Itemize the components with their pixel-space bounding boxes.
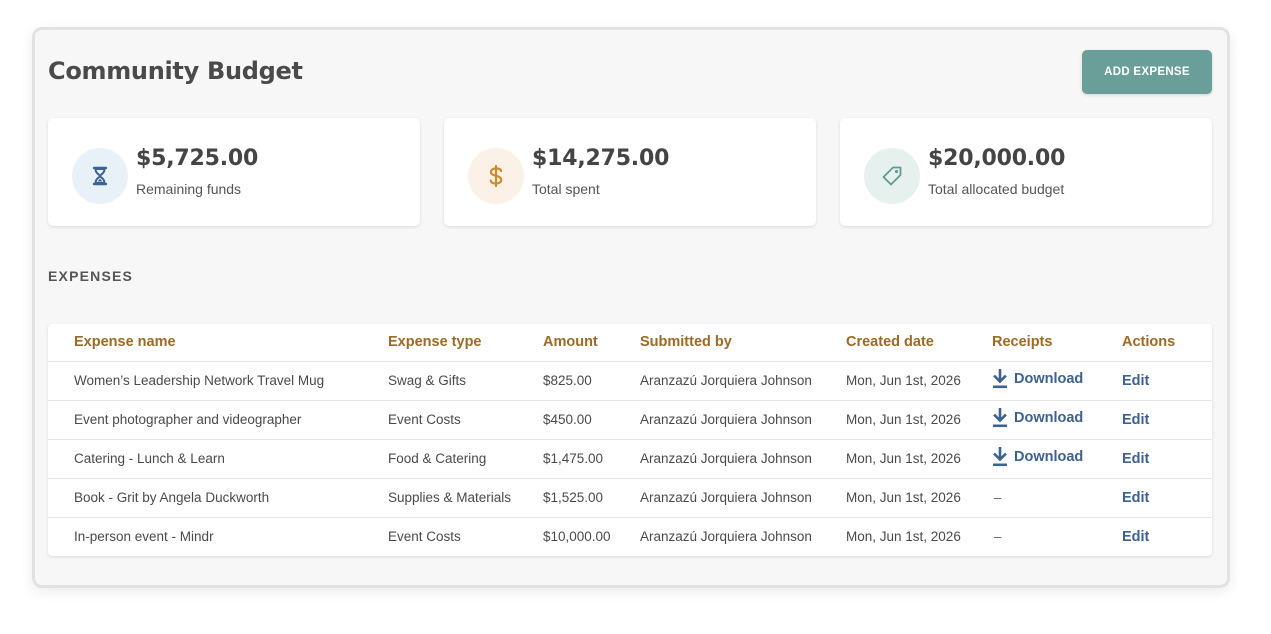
download-icon [993, 369, 1007, 389]
remaining-funds-value: $5,725.00 [136, 146, 259, 171]
page-header: Community Budget ADD EXPENSE [48, 50, 1212, 96]
download-receipt-link[interactable]: Download [992, 408, 1083, 428]
hourglass-icon [72, 148, 128, 204]
expense-submitted-by: Aranzazú Jorquiera Johnson [640, 361, 846, 401]
edit-expense-link[interactable]: Edit [1122, 490, 1149, 506]
download-icon [993, 408, 1007, 428]
expense-name: Event photographer and videographer [48, 400, 388, 440]
expense-type: Event Costs [388, 400, 543, 440]
expense-submitted-by: Aranzazú Jorquiera Johnson [640, 529, 812, 545]
dollar-icon [468, 148, 524, 204]
download-label: Download [1014, 449, 1084, 465]
expense-created-date: Mon, Jun 1st, 2026 [846, 361, 992, 401]
total-spent-label: Total spent [532, 181, 600, 197]
expense-amount: $450.00 [543, 400, 640, 440]
download-receipt-link[interactable]: Download [992, 447, 1083, 467]
table-row: Book - Grit by Angela Duckworth Supplies… [48, 478, 1212, 518]
edit-expense-link[interactable]: Edit [1122, 529, 1149, 545]
expense-submitted-by: Aranzazú Jorquiera Johnson [640, 400, 846, 440]
expense-name: In-person event - Mindr [74, 529, 214, 545]
total-allocated-value: $20,000.00 [928, 146, 1066, 171]
column-header-receipts: Receipts [992, 324, 1122, 362]
expense-amount: $825.00 [543, 361, 640, 401]
remaining-funds-label: Remaining funds [136, 181, 242, 197]
column-header-expense-name[interactable]: Expense name [48, 324, 388, 362]
no-receipt-dash: – [994, 529, 1002, 545]
add-expense-button[interactable]: ADD EXPENSE [1082, 50, 1212, 94]
total-allocated-card: $20,000.00 Total allocated budget [840, 118, 1212, 226]
table-row: Women’s Leadership Network Travel Mug Sw… [48, 361, 1212, 401]
expense-type: Food & Catering [388, 439, 543, 479]
edit-expense-link[interactable]: Edit [1122, 451, 1149, 467]
expenses-table: Expense name Expense type Amount Submitt… [48, 324, 1212, 556]
expense-type: Supplies & Materials [388, 478, 543, 518]
tag-icon [864, 148, 920, 204]
budget-panel: Community Budget ADD EXPENSE $5,725.00 R… [32, 27, 1230, 588]
expense-created-date: Mon, Jun 1st, 2026 [846, 529, 961, 545]
column-header-submitted-by[interactable]: Submitted by [640, 324, 846, 362]
download-label: Download [1014, 371, 1084, 387]
remaining-funds-card: $5,725.00 Remaining funds [48, 118, 420, 226]
expense-amount: $1,525.00 [543, 478, 640, 518]
expense-submitted-by: Aranzazú Jorquiera Johnson [640, 439, 846, 479]
expense-name: Women’s Leadership Network Travel Mug [48, 361, 388, 401]
expense-amount: $10,000.00 [543, 529, 611, 545]
expense-submitted-by: Aranzazú Jorquiera Johnson [640, 478, 846, 518]
expenses-section-title: EXPENSES [48, 268, 134, 284]
no-receipt-dash: – [994, 490, 1002, 505]
expense-type: Event Costs [388, 529, 461, 545]
page-title: Community Budget [48, 57, 303, 85]
total-spent-card: $14,275.00 Total spent [444, 118, 816, 226]
download-receipt-link[interactable]: Download [992, 369, 1083, 389]
summary-cards: $5,725.00 Remaining funds $14,275.00 Tot… [48, 118, 1212, 226]
expense-name: Book - Grit by Angela Duckworth [48, 478, 388, 518]
column-header-expense-type[interactable]: Expense type [388, 324, 543, 362]
column-header-amount[interactable]: Amount [543, 324, 640, 362]
download-label: Download [1014, 410, 1084, 426]
expense-name: Catering - Lunch & Learn [48, 439, 388, 479]
download-icon [993, 447, 1007, 467]
total-allocated-label: Total allocated budget [928, 181, 1065, 197]
table-row: Catering - Lunch & Learn Food & Catering… [48, 439, 1212, 479]
column-header-created-date[interactable]: Created date [846, 324, 992, 362]
expense-created-date: Mon, Jun 1st, 2026 [846, 439, 992, 479]
expense-amount: $1,475.00 [543, 439, 640, 479]
expense-created-date: Mon, Jun 1st, 2026 [846, 400, 992, 440]
column-header-actions: Actions [1122, 324, 1212, 362]
table-header-row: Expense name Expense type Amount Submitt… [48, 324, 1212, 362]
table-row: In-person event - Mindr Event Costs $10,… [48, 517, 1212, 556]
total-spent-value: $14,275.00 [532, 146, 670, 171]
table-row: Event photographer and videographer Even… [48, 400, 1212, 440]
expense-created-date: Mon, Jun 1st, 2026 [846, 478, 992, 518]
edit-expense-link[interactable]: Edit [1122, 412, 1149, 428]
expense-type: Swag & Gifts [388, 361, 543, 401]
edit-expense-link[interactable]: Edit [1122, 373, 1149, 389]
